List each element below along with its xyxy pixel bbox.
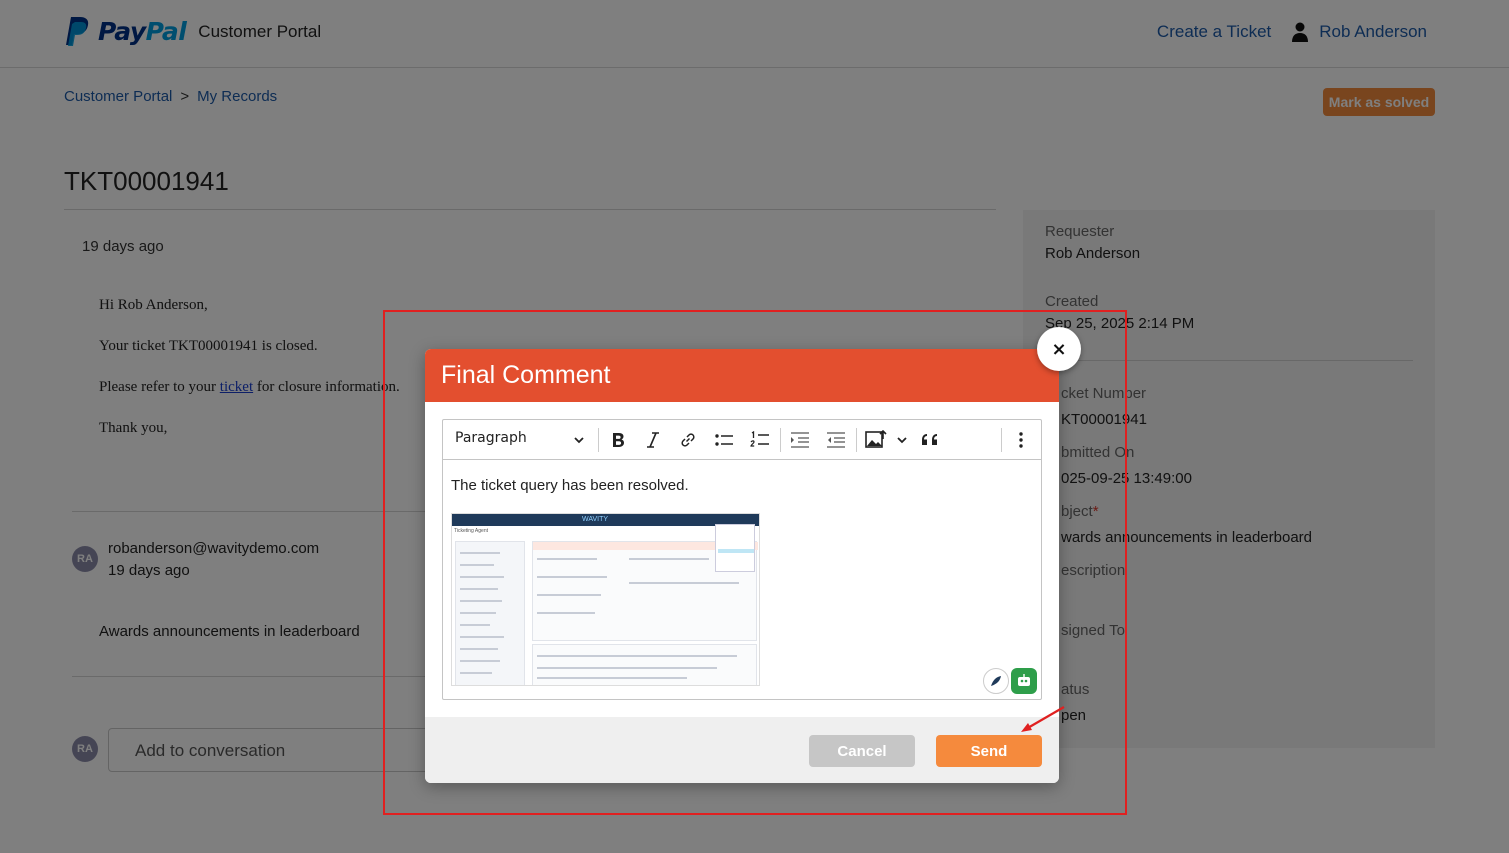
- highlight-annotation-box: [383, 310, 1127, 815]
- annotation-arrow-icon: [1021, 706, 1065, 732]
